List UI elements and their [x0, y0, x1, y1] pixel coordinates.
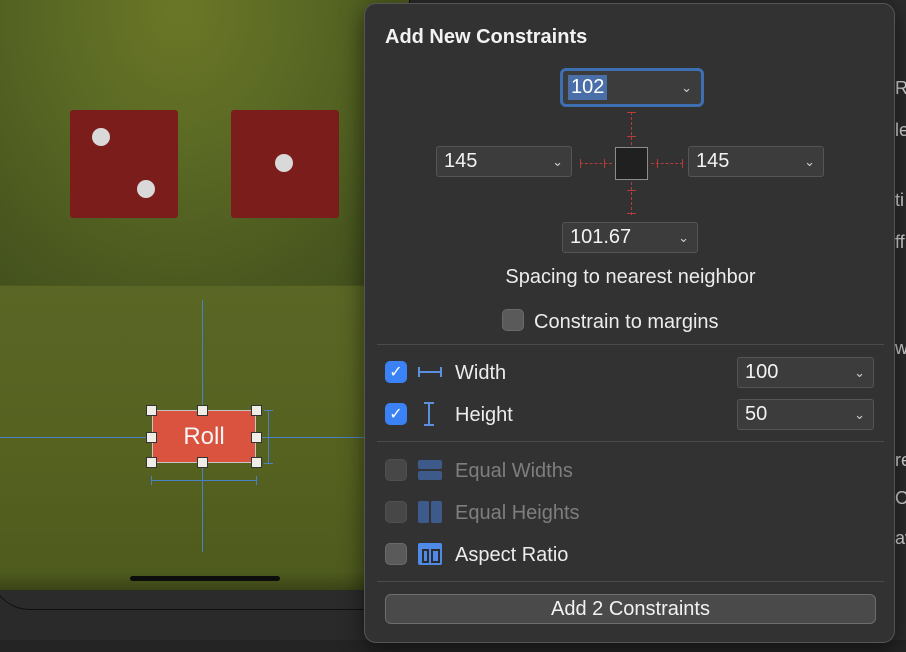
inspector-text: ti [895, 190, 904, 210]
aspect-ratio-icon [418, 543, 442, 565]
equal-widths-checkbox[interactable] [385, 459, 407, 481]
dice-pip [137, 180, 155, 198]
left-spacing-value: 145 [444, 150, 478, 172]
inspector-text: ff [895, 232, 905, 252]
top-background [0, 0, 410, 285]
aspect-ratio-label: Aspect Ratio [455, 544, 569, 566]
resize-handle[interactable] [146, 405, 157, 416]
bottom-strut-cap [627, 190, 636, 191]
height-value: 50 [745, 403, 768, 425]
right-strut-cap [657, 159, 658, 168]
equal-heights-label: Equal Heights [455, 502, 580, 524]
inspector-text: av [895, 528, 906, 548]
height-dimension-cap [264, 410, 273, 411]
selected-view-proxy [615, 147, 648, 180]
equal-widths-icon [418, 460, 442, 480]
device-frame: Roll [0, 0, 410, 610]
top-strut-cap [627, 112, 636, 113]
resize-handle[interactable] [197, 405, 208, 416]
top-strut-cap [627, 136, 636, 137]
top-spacing-value: 102 [568, 75, 608, 100]
left-strut-cap [604, 159, 605, 168]
divider [377, 344, 884, 345]
resize-handle[interactable] [146, 457, 157, 468]
inspector-panel: R le ti ff w re Or av [895, 0, 906, 652]
popover-title: Add New Constraints [385, 26, 588, 48]
width-constraint-icon [418, 367, 442, 377]
equal-heights-icon [418, 501, 442, 523]
add-constraints-popover: Add New Constraints 102 ⌄ 145 ⌄ 145 ⌄ 10… [364, 3, 895, 643]
equal-widths-label: Equal Widths [455, 460, 573, 482]
left-dice-image[interactable] [70, 110, 178, 218]
resize-handle[interactable] [146, 432, 157, 443]
top-spacing-field[interactable]: 102 ⌄ [560, 68, 704, 107]
inspector-text: R [895, 78, 906, 98]
chevron-down-icon[interactable]: ⌄ [552, 154, 563, 170]
resize-handle[interactable] [251, 432, 262, 443]
bottom-spacing-field[interactable]: 101.67 ⌄ [562, 222, 698, 253]
bottom-spacing-value: 101.67 [570, 226, 632, 248]
width-value-field[interactable]: 100 ⌄ [737, 357, 874, 388]
width-dimension-cap [151, 476, 152, 485]
right-dice-image[interactable] [231, 110, 339, 218]
top-strut[interactable] [631, 112, 632, 145]
resize-handle[interactable] [197, 457, 208, 468]
home-indicator [130, 576, 280, 581]
inspector-text: le [895, 120, 906, 140]
equal-heights-checkbox[interactable] [385, 501, 407, 523]
inspector-text: Or [895, 488, 906, 508]
dice-pip [275, 154, 293, 172]
chevron-down-icon[interactable]: ⌄ [854, 365, 865, 381]
add-constraints-button[interactable]: Add 2 Constraints [385, 594, 876, 624]
height-label: Height [455, 404, 513, 426]
resize-handle[interactable] [251, 405, 262, 416]
bottom-strut-cap [627, 213, 636, 214]
chevron-down-icon[interactable]: ⌄ [681, 80, 692, 96]
width-value: 100 [745, 361, 779, 383]
chevron-down-icon[interactable]: ⌄ [678, 230, 689, 246]
left-strut-cap [580, 159, 581, 168]
divider [377, 441, 884, 442]
width-dimension-line [151, 480, 257, 481]
width-dimension-cap [256, 476, 257, 485]
resize-handle[interactable] [251, 457, 262, 468]
left-spacing-field[interactable]: 145 ⌄ [436, 146, 572, 177]
height-checkbox[interactable]: ✓ [385, 403, 407, 425]
roll-button[interactable]: Roll [152, 410, 256, 463]
bottom-strut[interactable] [631, 182, 632, 215]
right-strut[interactable] [651, 163, 683, 164]
chevron-down-icon[interactable]: ⌄ [804, 154, 815, 170]
spacing-caption: Spacing to nearest neighbor [505, 266, 756, 288]
width-checkbox[interactable]: ✓ [385, 361, 407, 383]
height-value-field[interactable]: 50 ⌄ [737, 399, 874, 430]
width-label: Width [455, 362, 507, 384]
right-spacing-field[interactable]: 145 ⌄ [688, 146, 824, 177]
inspector-text: re [895, 450, 906, 470]
constrain-to-margins-checkbox[interactable] [502, 309, 524, 331]
divider [377, 581, 884, 582]
right-strut-cap [682, 159, 683, 168]
height-dimension-cap [264, 463, 273, 464]
aspect-ratio-checkbox[interactable] [385, 543, 407, 565]
height-dimension-line [268, 410, 269, 463]
chevron-down-icon[interactable]: ⌄ [854, 407, 865, 423]
dice-pip [92, 128, 110, 146]
right-spacing-value: 145 [696, 150, 730, 172]
inspector-text: w [895, 338, 906, 358]
height-constraint-icon [424, 402, 434, 426]
left-strut[interactable] [580, 163, 612, 164]
constrain-to-margins-label: Constrain to margins [534, 311, 719, 333]
